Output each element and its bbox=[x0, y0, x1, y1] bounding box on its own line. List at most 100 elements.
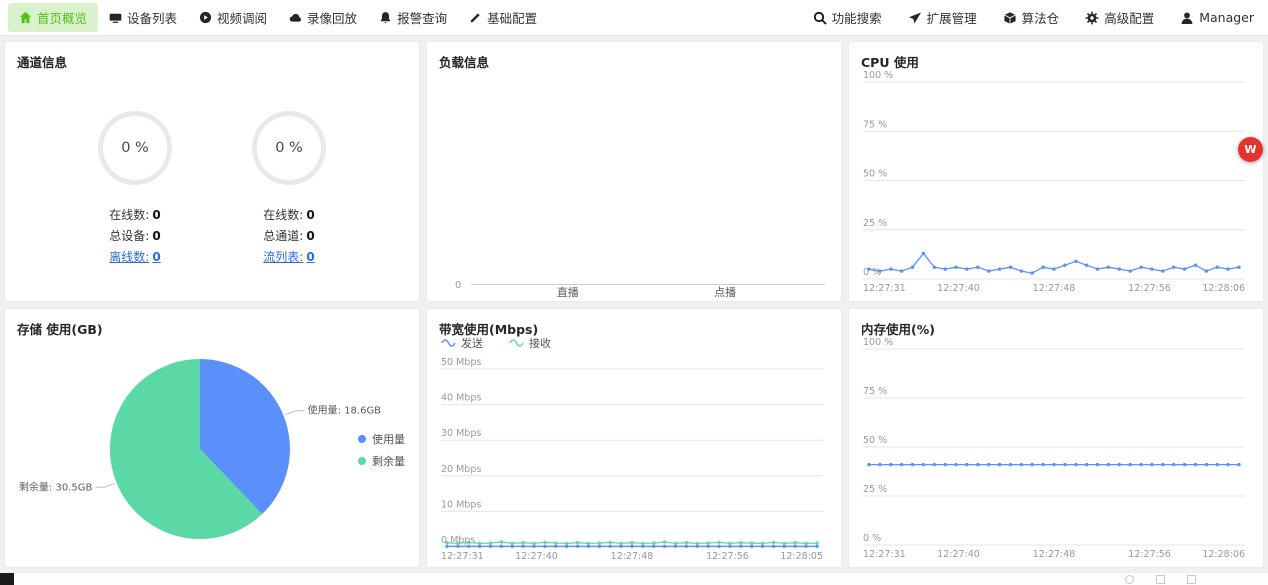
channel-gauge: 0 % 在线数:0 总通道:0 流列表:0 bbox=[252, 111, 326, 268]
stat-value: 0 bbox=[306, 250, 314, 264]
nav-label: 高级配置 bbox=[1104, 8, 1154, 27]
nav-item-extension-management[interactable]: 扩展管理 bbox=[908, 3, 977, 32]
footer-icons bbox=[1125, 575, 1196, 584]
legend-label: 发送 bbox=[461, 335, 483, 351]
nav-item-function-search[interactable]: 功能搜索 bbox=[813, 3, 882, 32]
svg-text:75 %: 75 % bbox=[863, 119, 887, 130]
svg-text:50 Mbps: 50 Mbps bbox=[441, 357, 481, 368]
panel-bandwidth-usage: 带宽使用(Mbps) 发送 接收 0 Mbps10 Mbps20 Mbps30 … bbox=[426, 308, 842, 568]
legend-receive[interactable]: 接收 bbox=[509, 335, 551, 351]
svg-text:0 %: 0 % bbox=[863, 267, 881, 278]
stat-online-channels: 在线数:0 bbox=[252, 205, 326, 226]
nav-label: 首页概览 bbox=[37, 8, 87, 27]
nav-label: 录像回放 bbox=[307, 8, 357, 27]
floating-widget-button[interactable]: W bbox=[1238, 137, 1263, 162]
legend-label: 使用量 bbox=[372, 431, 405, 447]
stat-total-channels: 总通道:0 bbox=[252, 226, 326, 247]
nav-label: Manager bbox=[1199, 10, 1254, 25]
floating-widget-label: W bbox=[1244, 143, 1256, 156]
nav-item-home-overview[interactable]: 首页概览 bbox=[8, 3, 98, 32]
footer-status-icon-2[interactable] bbox=[1156, 575, 1165, 584]
nav-item-basic-config[interactable]: 基础配置 bbox=[458, 3, 548, 32]
user-icon bbox=[1180, 11, 1194, 25]
nav-item-alarm-query[interactable]: 报警查询 bbox=[368, 3, 458, 32]
video-review-icon bbox=[199, 11, 212, 24]
svg-text:40 Mbps: 40 Mbps bbox=[441, 393, 481, 404]
svg-text:12:27:48: 12:27:48 bbox=[1033, 283, 1076, 294]
svg-text:使用量: 18.6GB: 使用量: 18.6GB bbox=[308, 404, 382, 417]
stat-label: 总设备: bbox=[109, 229, 149, 243]
nav-item-user-manager[interactable]: Manager bbox=[1180, 5, 1254, 30]
playback-icon bbox=[289, 11, 302, 24]
stat-label: 在线数: bbox=[263, 208, 303, 222]
svg-text:12:27:31: 12:27:31 bbox=[441, 551, 484, 562]
legend-send[interactable]: 发送 bbox=[441, 335, 483, 351]
cpu-usage-chart: 0 % 25 % 50 % 75 % 100 % 12:27:31 12:27:40 12:2… bbox=[859, 68, 1251, 295]
nav-label: 功能搜索 bbox=[832, 8, 882, 27]
panel-title: 负载信息 bbox=[439, 52, 829, 71]
nav-item-playback[interactable]: 录像回放 bbox=[278, 3, 368, 32]
nav-item-algorithm-warehouse[interactable]: 算法仓 bbox=[1003, 3, 1060, 32]
svg-text:12:27:31: 12:27:31 bbox=[863, 283, 906, 294]
nav-label: 算法仓 bbox=[1022, 8, 1060, 27]
dashboard-grid: 通道信息 0 % 在线数:0 总设备:0 离线数:0 0 % bbox=[0, 36, 1268, 573]
top-navigation: 首页概览 设备列表 视频调阅 录像回放 报警查询 bbox=[0, 0, 1268, 36]
channel-online-ring: 0 % bbox=[252, 111, 326, 185]
stream-list-link[interactable]: 流列表:0 bbox=[252, 247, 326, 268]
gauge-percent: 0 % bbox=[121, 140, 149, 156]
home-icon bbox=[19, 11, 32, 24]
basic-config-icon bbox=[469, 11, 482, 24]
svg-text:12:28:05: 12:28:05 bbox=[780, 551, 823, 562]
svg-text:25 %: 25 % bbox=[863, 218, 887, 229]
search-icon bbox=[813, 11, 827, 25]
svg-text:12:27:48: 12:27:48 bbox=[611, 551, 654, 562]
stat-total-devices: 总设备:0 bbox=[98, 226, 172, 247]
svg-text:12:28:06: 12:28:06 bbox=[1202, 549, 1245, 560]
nav-label: 基础配置 bbox=[487, 8, 537, 27]
svg-text:50 %: 50 % bbox=[863, 169, 887, 180]
svg-text:100 %: 100 % bbox=[863, 70, 893, 81]
algorithm-icon bbox=[1003, 11, 1017, 25]
wave-icon bbox=[509, 339, 524, 347]
stat-label: 总通道: bbox=[263, 229, 303, 243]
footer-left-block bbox=[0, 573, 14, 585]
load-y-tick: 0 bbox=[455, 280, 461, 291]
svg-text:12:27:56: 12:27:56 bbox=[1128, 549, 1171, 560]
svg-text:剩余量: 30.5GB: 剩余量: 30.5GB bbox=[19, 480, 93, 493]
legend-remaining[interactable]: 剩余量 bbox=[358, 453, 405, 469]
footer-status-icon-3[interactable] bbox=[1187, 575, 1196, 584]
gear-icon bbox=[1085, 11, 1099, 25]
device-list-icon bbox=[109, 11, 122, 24]
nav-item-device-list[interactable]: 设备列表 bbox=[98, 3, 188, 32]
legend-label: 接收 bbox=[529, 335, 551, 351]
nav-item-advanced-config[interactable]: 高级配置 bbox=[1085, 3, 1154, 32]
load-category-live: 直播 bbox=[557, 284, 579, 300]
device-online-ring: 0 % bbox=[98, 111, 172, 185]
legend-used[interactable]: 使用量 bbox=[358, 431, 405, 447]
footer-status-icon-1[interactable] bbox=[1125, 575, 1134, 584]
offline-devices-link[interactable]: 离线数:0 bbox=[98, 247, 172, 268]
svg-text:20 Mbps: 20 Mbps bbox=[441, 464, 481, 475]
svg-text:12:27:40: 12:27:40 bbox=[515, 551, 558, 562]
stat-value: 0 bbox=[152, 250, 160, 264]
svg-text:12:28:06: 12:28:06 bbox=[1202, 283, 1245, 294]
panel-channel-info: 通道信息 0 % 在线数:0 总设备:0 离线数:0 0 % bbox=[4, 41, 420, 302]
nav-right: 功能搜索 扩展管理 算法仓 高级配置 Manager bbox=[787, 3, 1254, 32]
svg-text:12:27:31: 12:27:31 bbox=[863, 549, 906, 560]
stat-value: 0 bbox=[306, 229, 314, 243]
nav-label: 报警查询 bbox=[397, 8, 447, 27]
load-category-ondemand: 点播 bbox=[714, 284, 736, 300]
svg-text:12:27:40: 12:27:40 bbox=[937, 283, 980, 294]
svg-text:30 Mbps: 30 Mbps bbox=[441, 428, 481, 439]
nav-item-video-review[interactable]: 视频调阅 bbox=[188, 3, 278, 32]
panel-memory-usage: 内存使用(%) 0 %25 %50 %75 %100 %12:27:3112:2… bbox=[848, 308, 1264, 568]
nav-label: 设备列表 bbox=[127, 8, 177, 27]
svg-text:12:27:40: 12:27:40 bbox=[937, 549, 980, 560]
svg-text:75 %: 75 % bbox=[863, 386, 887, 397]
stat-online-devices: 在线数:0 bbox=[98, 205, 172, 226]
svg-text:0 %: 0 % bbox=[863, 533, 881, 544]
stat-value: 0 bbox=[152, 208, 160, 222]
stat-label: 在线数: bbox=[109, 208, 149, 222]
storage-legend: 使用量 剩余量 bbox=[358, 431, 405, 475]
svg-text:12:27:56: 12:27:56 bbox=[1128, 283, 1171, 294]
